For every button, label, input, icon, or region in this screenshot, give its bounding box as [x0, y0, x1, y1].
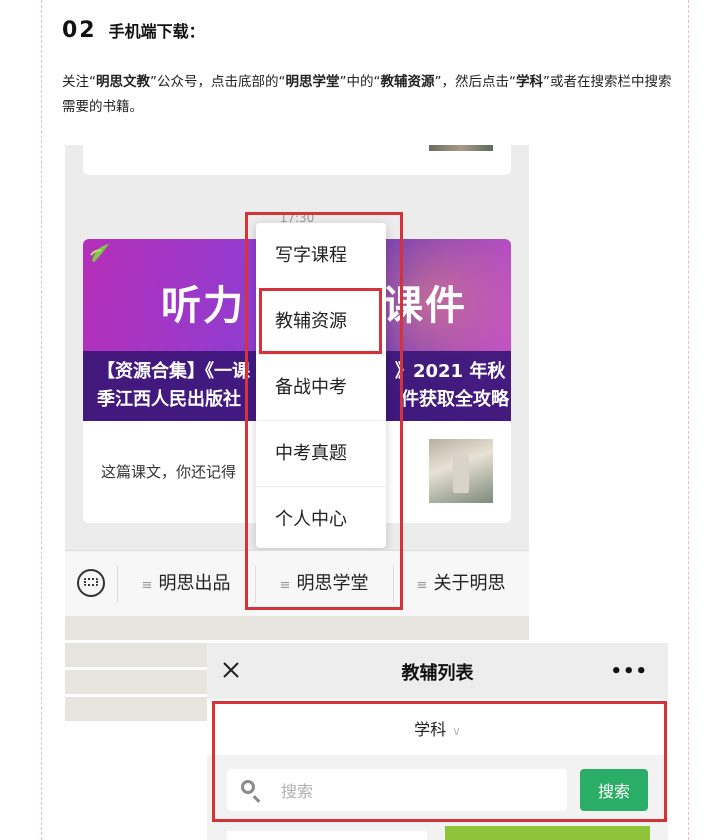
menu-lines-icon: ≡ [141, 578, 153, 593]
banner-subtitle-1-right: 》2021 年秋 [395, 361, 506, 382]
list-title: 教辅列表 [401, 663, 474, 684]
highlight-box-subject-search [212, 701, 667, 822]
intro-bold-account: 明思文教 [96, 74, 150, 90]
list-item-peek-green [445, 826, 650, 840]
highlight-box-academy-menu [245, 212, 403, 610]
menu-lines-icon: ≡ [416, 578, 428, 593]
banner-subtitle-2-left: 季江西人民出版社 [97, 389, 241, 410]
previous-article-card[interactable] [83, 145, 511, 175]
tab-mingsi-products[interactable]: ≡ 明思出品 [117, 551, 255, 617]
section-number: 02 [62, 18, 97, 43]
keyboard-icon[interactable] [77, 569, 105, 597]
article-summary: 这篇课文，你还记得 [101, 463, 237, 481]
article-thumbnail [429, 439, 493, 503]
page-border-right [688, 0, 689, 840]
list-nav-bar: 教辅列表 ••• [207, 643, 668, 699]
previous-article-thumbnail [429, 145, 493, 151]
leaf-logo-icon [90, 244, 109, 262]
intro-text-2: ”公众号，点击底部的“ [150, 74, 286, 90]
page-border-left [41, 0, 42, 840]
section-heading: 02 手机端下载： [62, 18, 205, 43]
tab-label: 关于明思 [433, 573, 506, 594]
intro-bold-resources: 教辅资源 [380, 74, 435, 90]
highlight-box-teaching-resources [259, 288, 382, 354]
tab-about-mingsi[interactable]: ≡ 关于明思 [393, 551, 529, 617]
banner-title-left: 听力 [161, 283, 245, 329]
intro-text-3: ”中的“ [339, 74, 381, 90]
section-title: 手机端下载： [108, 22, 205, 41]
intro-text-1: 关注“ [62, 74, 96, 90]
instructions-paragraph: 关注“明思文教”公众号，点击底部的“明思学堂”中的“教辅资源”，然后点击“学科”… [62, 70, 672, 120]
tab-label: 明思出品 [158, 573, 231, 594]
footer-stripe [65, 616, 529, 640]
list-item-peek [227, 831, 427, 840]
intro-bold-subject: 学科 [516, 74, 543, 90]
banner-subtitle-1-left: 【资源合集】《一课 [97, 361, 250, 382]
intro-text-4: ”，然后点击“ [434, 74, 517, 90]
intro-bold-menu: 明思学堂 [285, 74, 340, 90]
more-options-icon[interactable]: ••• [610, 661, 648, 682]
banner-subtitle-2-right: 件获取全攻略 [401, 389, 509, 410]
